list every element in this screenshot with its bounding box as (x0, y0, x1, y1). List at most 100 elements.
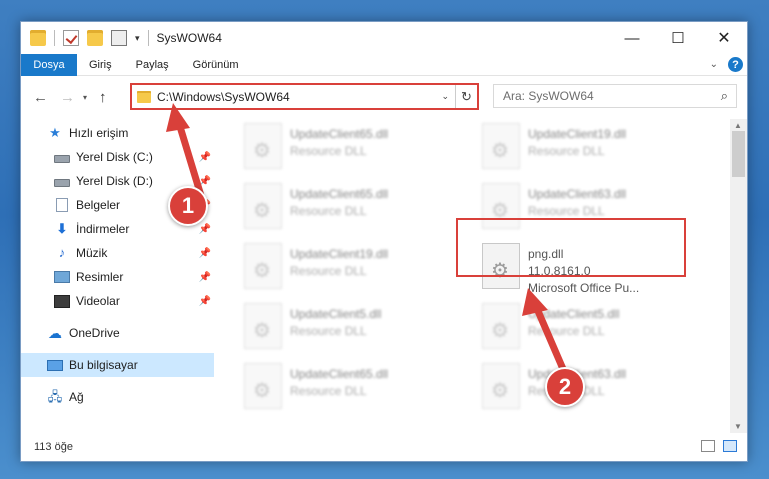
expand-ribbon-icon[interactable]: ⌄ (710, 59, 718, 70)
chevron-down-icon[interactable]: ⌄ (441, 91, 449, 102)
maximize-button[interactable]: ☐ (655, 22, 701, 54)
quick-access-toolbar: ▾ (30, 30, 157, 46)
computer-icon (47, 359, 63, 371)
item-count: 113 öğe (34, 441, 73, 453)
folder-icon (30, 30, 46, 46)
onedrive-icon: ☁ (48, 325, 62, 341)
tiles-view-icon[interactable] (723, 440, 737, 452)
recent-locations-icon[interactable]: ▾ (83, 93, 87, 102)
minimize-button[interactable]: — (609, 22, 655, 54)
up-arrow-icon[interactable]: ↑ (99, 89, 107, 106)
sidebar-item-label: Yerel Disk (C:) (76, 150, 153, 164)
sidebar-item-pictures[interactable]: Resimler 📌 (21, 265, 214, 289)
pictures-icon (54, 271, 70, 283)
dll-file-icon: ⚙ (244, 123, 282, 169)
downloads-icon: ⬇ (56, 221, 68, 236)
list-item[interactable]: ⚙ UpdateClient63.dllResource DLL (482, 363, 706, 419)
list-item[interactable]: ⚙ UpdateClient5.dll Resource DLL (244, 303, 468, 359)
help-icon[interactable]: ? (728, 57, 743, 72)
network-icon: 🖧 (47, 389, 63, 404)
title-bar: ▾ SysWOW64 — ☐ ✕ (21, 22, 747, 54)
scroll-thumb[interactable] (732, 131, 745, 177)
chevron-down-icon[interactable]: ▾ (135, 33, 140, 44)
file-company: Microsoft Office Pu... (528, 281, 640, 295)
details-view-icon[interactable] (701, 440, 715, 452)
sidebar-item-label: Müzik (76, 246, 108, 260)
new-folder-icon[interactable] (87, 30, 103, 46)
customize-icon[interactable] (111, 30, 127, 46)
scroll-up-icon[interactable]: ▲ (734, 121, 742, 130)
file-name: UpdateClient19.dll (290, 247, 389, 261)
properties-check-icon[interactable] (63, 30, 79, 46)
file-name: UpdateClient65.dll (290, 127, 389, 141)
dll-file-icon: ⚙ (244, 363, 282, 409)
dll-file-icon: ⚙ (244, 243, 282, 289)
folder-icon (137, 90, 151, 103)
scroll-down-icon[interactable]: ▼ (734, 422, 742, 431)
file-name: UpdateClient5.dll (528, 307, 620, 321)
pin-icon: 📌 (198, 295, 211, 307)
file-type: Resource DLL (290, 384, 367, 398)
view-toggle (693, 440, 737, 452)
window-title: SysWOW64 (156, 31, 222, 45)
documents-icon (56, 198, 68, 212)
list-item[interactable]: ⚙ UpdateClient5.dll Resource DLL (482, 303, 706, 359)
status-bar: 113 öğe (21, 433, 747, 461)
sidebar-item-label: Hızlı erişim (69, 126, 129, 140)
step-1-badge: 1 (168, 186, 208, 226)
sidebar-item-label: Belgeler (76, 198, 121, 212)
sidebar-item-onedrive[interactable]: ☁ OneDrive (21, 321, 214, 345)
tab-file[interactable]: Dosya (21, 53, 77, 76)
search-input[interactable]: Ara: SysWOW64 (503, 89, 721, 103)
file-type: Resource DLL (528, 324, 605, 338)
sidebar-item-label: Yerel Disk (D:) (76, 174, 153, 188)
pin-icon: 📌 (198, 151, 211, 163)
videos-icon (54, 294, 70, 308)
sidebar-item-quick-access[interactable]: ★ Hızlı erişim (21, 121, 214, 145)
pin-icon: 📌 (198, 175, 211, 187)
file-type: Resource DLL (528, 144, 605, 158)
ribbon-tabs: Dosya Giriş Paylaş Görünüm ⌄ ? (21, 53, 747, 76)
back-arrow-icon[interactable]: ← (33, 89, 48, 106)
pin-icon: 📌 (198, 247, 211, 259)
tab-view[interactable]: Görünüm (181, 59, 251, 71)
vertical-scrollbar[interactable]: ▲ ▼ (730, 119, 747, 433)
separator (54, 30, 55, 46)
sidebar-item-label: Ağ (69, 390, 84, 404)
music-icon: ♪ (58, 245, 66, 260)
separator (147, 30, 149, 46)
refresh-icon[interactable]: ↻ (455, 85, 477, 108)
forward-arrow-icon[interactable]: → (60, 89, 75, 106)
address-path[interactable]: C:\Windows\SysWOW64 (157, 90, 441, 104)
tab-share[interactable]: Paylaş (124, 59, 181, 71)
file-type: Resource DLL (290, 324, 367, 338)
list-item[interactable]: ⚙ UpdateClient65.dll Resource DLL (244, 123, 468, 179)
close-button[interactable]: ✕ (701, 22, 747, 54)
file-name: UpdateClient63.dll (528, 187, 627, 201)
list-item[interactable]: ⚙ UpdateClient65.dll Resource DLL (244, 183, 468, 239)
drive-icon (54, 155, 70, 163)
pin-icon: 📌 (198, 271, 211, 283)
file-name: UpdateClient65.dll (290, 187, 389, 201)
sidebar-item-local-disk-c[interactable]: Yerel Disk (C:) 📌 (21, 145, 214, 169)
dll-file-icon: ⚙ (482, 123, 520, 169)
list-item[interactable]: ⚙ UpdateClient65.dll Resource DLL (244, 363, 468, 419)
tab-home[interactable]: Giriş (77, 59, 124, 71)
window-controls: — ☐ ✕ (609, 22, 747, 54)
dll-file-icon: ⚙ (482, 303, 520, 349)
sidebar-item-this-pc[interactable]: Bu bilgisayar (21, 353, 214, 377)
search-box[interactable]: Ara: SysWOW64 ⌕ (493, 84, 737, 108)
sidebar-item-label: İndirmeler (76, 222, 130, 236)
file-type: Resource DLL (290, 144, 367, 158)
sidebar-item-network[interactable]: 🖧 Ağ (21, 385, 214, 409)
list-item[interactable]: ⚙ UpdateClient19.dll Resource DLL (482, 123, 706, 179)
address-bar[interactable]: C:\Windows\SysWOW64 ⌄ ↻ (130, 83, 479, 110)
list-item[interactable]: ⚙ UpdateClient19.dll Resource DLL (244, 243, 468, 299)
file-type: Resource DLL (290, 204, 367, 218)
search-icon[interactable]: ⌕ (721, 88, 728, 104)
sidebar-item-videos[interactable]: Videolar 📌 (21, 289, 214, 313)
pin-icon: 📌 (198, 223, 211, 235)
sidebar-item-music[interactable]: ♪ Müzik 📌 (21, 241, 214, 265)
dll-file-icon: ⚙ (244, 183, 282, 229)
sidebar-item-label: Resimler (76, 270, 124, 284)
